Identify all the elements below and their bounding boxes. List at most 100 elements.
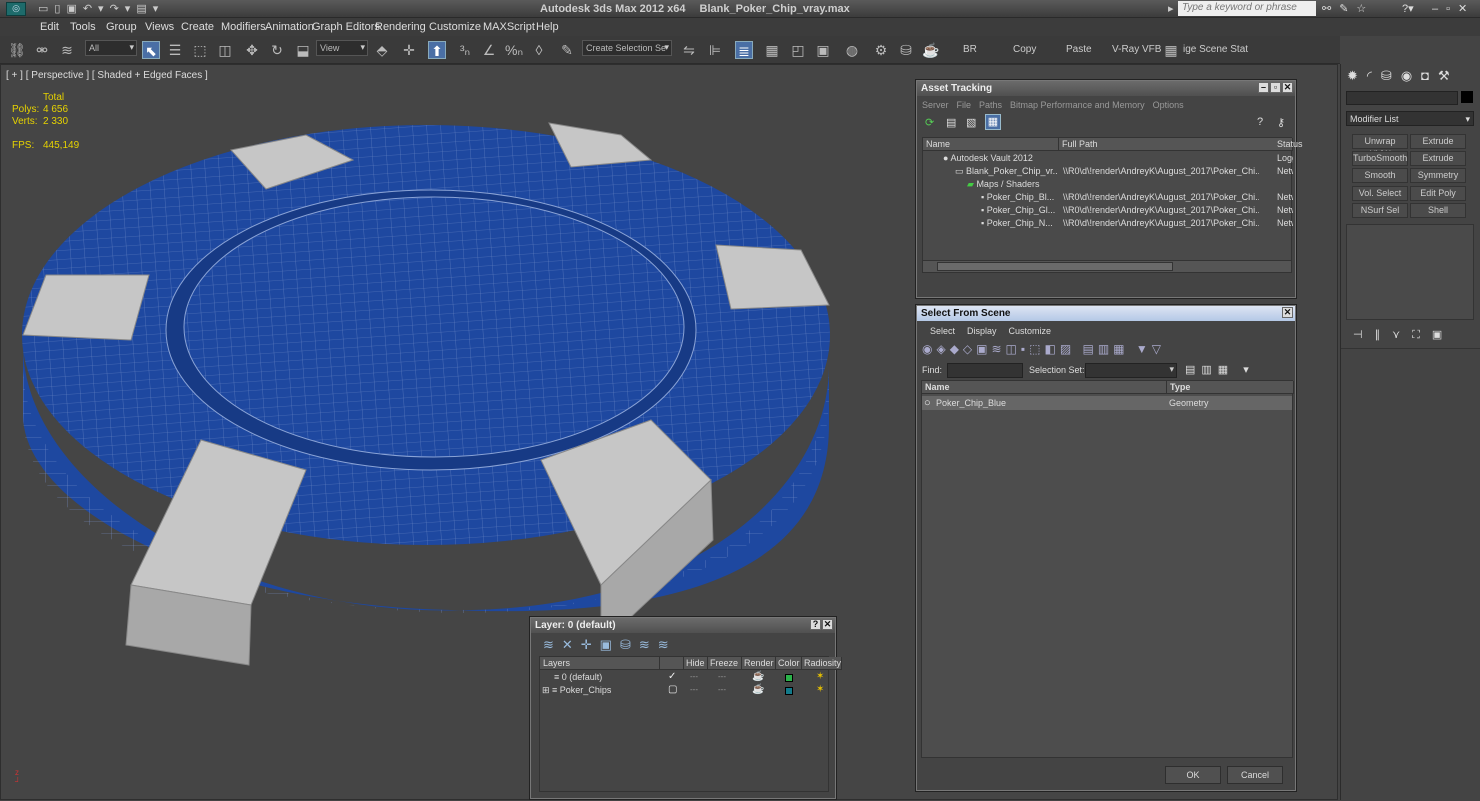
- horizontal-scrollbar[interactable]: [923, 260, 1291, 272]
- vray-vfb-button[interactable]: V-Ray VFB: [1112, 44, 1161, 64]
- menu-maxscript[interactable]: MAXScript: [483, 21, 535, 33]
- list-item[interactable]: ○ Poker_Chip_Blue Geometry: [922, 396, 1292, 410]
- col-name[interactable]: Name: [923, 138, 1059, 151]
- scale-icon[interactable]: ⬓: [294, 41, 312, 59]
- table-row[interactable]: ▪ Poker_Chip_Bl...: [981, 192, 1059, 202]
- col-render[interactable]: Render: [742, 657, 776, 670]
- at-menu-bitmap[interactable]: Bitmap Performance and Memory: [1010, 100, 1145, 110]
- menu-group[interactable]: Group: [106, 21, 137, 33]
- stage-scene-button[interactable]: ige Scene Stat: [1183, 44, 1248, 64]
- extrude-button-2[interactable]: Extrude: [1410, 151, 1466, 166]
- vol-select-button[interactable]: Vol. Select: [1352, 186, 1408, 201]
- rendered-frame-icon[interactable]: ⛁: [897, 41, 915, 59]
- command-panel-tabs[interactable]: ✹◜⛁◉◘⚒: [1347, 68, 1459, 84]
- list-view-icon[interactable]: ▤: [946, 116, 956, 129]
- menu-views[interactable]: Views: [145, 21, 174, 33]
- schematic-view-icon[interactable]: ▣: [814, 41, 832, 59]
- layer-color-swatch[interactable]: [785, 687, 793, 695]
- find-input[interactable]: [947, 363, 1023, 378]
- refresh-icon[interactable]: ⟳: [925, 116, 934, 129]
- thumbnail-icon[interactable]: ▧: [966, 116, 976, 129]
- col-layers[interactable]: Layers: [540, 657, 660, 670]
- vault-icon[interactable]: ⚷: [1277, 116, 1285, 129]
- render-production-icon[interactable]: ☕: [922, 41, 940, 59]
- selection-filter-dropdown[interactable]: All: [85, 40, 137, 56]
- hide-toggle[interactable]: ---: [690, 685, 698, 694]
- rect-selection-icon[interactable]: ⬚: [191, 41, 209, 59]
- modifier-list-dropdown[interactable]: Modifier List ▾: [1346, 111, 1474, 126]
- spinner-snap-icon[interactable]: ◊: [530, 41, 548, 59]
- menu-graph-editors[interactable]: Graph Editors: [312, 21, 380, 33]
- snap-3-icon[interactable]: ³ₙ: [456, 41, 474, 59]
- select-from-scene-title[interactable]: Select From Scene ✕: [917, 306, 1295, 321]
- layer-toolbar-icons[interactable]: ≋✕✛▣⛁≋≋: [543, 637, 677, 653]
- table-view-icon[interactable]: ▦: [985, 114, 1001, 130]
- rotate-icon[interactable]: ↻: [268, 41, 286, 59]
- layer-dialog-controls[interactable]: ? ✕: [809, 619, 833, 630]
- menu-modifiers[interactable]: Modifiers: [221, 21, 266, 33]
- col-hide[interactable]: Hide: [684, 657, 708, 670]
- layer-dialog-title[interactable]: Layer: 0 (default) ? ✕: [531, 618, 835, 633]
- modifier-stack[interactable]: [1346, 224, 1474, 320]
- graphite-tools-icon[interactable]: ▦: [763, 41, 781, 59]
- table-row[interactable]: ▰ Maps / Shaders: [967, 179, 1057, 190]
- search-tools-icons[interactable]: ⚯✎☆: [1322, 2, 1374, 15]
- hide-toggle[interactable]: ---: [690, 672, 698, 681]
- at-menu-file[interactable]: File: [957, 100, 972, 110]
- curve-editor-icon[interactable]: ◰: [789, 41, 807, 59]
- sfs-close-control[interactable]: ✕: [1281, 307, 1293, 318]
- menu-edit[interactable]: Edit: [40, 21, 59, 33]
- at-menu-options[interactable]: Options: [1153, 100, 1184, 110]
- table-row[interactable]: ● Autodesk Vault 2012: [943, 153, 1057, 163]
- col-type[interactable]: Type: [1167, 381, 1294, 394]
- menu-customize[interactable]: Customize: [429, 21, 481, 33]
- current-layer-check-icon[interactable]: ✓: [668, 671, 676, 682]
- link-icon[interactable]: ⛓: [8, 41, 26, 59]
- table-row[interactable]: ▭ Blank_Poker_Chip_vr...: [955, 166, 1057, 177]
- viewport-label[interactable]: [ + ] [ Perspective ] [ Shaded + Edged F…: [6, 70, 208, 81]
- table-row[interactable]: ▪ Poker_Chip_N...: [981, 218, 1059, 228]
- br-button[interactable]: BR: [963, 44, 977, 64]
- material-editor-icon[interactable]: ◍: [843, 41, 861, 59]
- turbosmooth-button[interactable]: TurboSmooth: [1352, 151, 1408, 166]
- sfs-filter-icons[interactable]: ◉◈◆◇▣≋◫▪⬚◧▨ ▤▥▦ ▼▽: [922, 342, 1290, 360]
- asset-tracking-title[interactable]: Asset Tracking – ▫ ✕: [917, 81, 1295, 96]
- nsurf-sel-button[interactable]: NSurf Sel: [1352, 203, 1408, 218]
- unlink-icon[interactable]: ⚮: [33, 41, 51, 59]
- manipulate-icon[interactable]: ✛: [400, 41, 418, 59]
- layer-manager-icon[interactable]: ≣: [735, 41, 753, 59]
- sfs-menu-display[interactable]: Display: [967, 326, 997, 336]
- pivot-center-icon[interactable]: ⬘: [373, 41, 391, 59]
- asset-tracking-window-controls[interactable]: – ▫ ✕: [1257, 82, 1293, 93]
- unwrap-uvw-button[interactable]: Unwrap UVW: [1352, 134, 1408, 159]
- current-layer-box-icon[interactable]: ▢: [668, 684, 677, 695]
- render-setup-icon[interactable]: ⚙: [872, 41, 890, 59]
- render-teapot-icon[interactable]: ☕: [752, 671, 764, 682]
- menu-create[interactable]: Create: [181, 21, 214, 33]
- selection-set-tools-icons[interactable]: ▤▥▦ ▾: [1185, 363, 1255, 376]
- stage-icon[interactable]: ▦: [1162, 41, 1180, 59]
- quick-access-icons[interactable]: ▭▯▣↶▾↷▾▤▾: [38, 2, 164, 15]
- menu-animation[interactable]: Animation: [265, 21, 314, 33]
- freeze-toggle[interactable]: ---: [718, 685, 726, 694]
- bind-space-warp-icon[interactable]: ≋: [58, 41, 76, 59]
- search-arrow-icon[interactable]: ▸: [1168, 2, 1174, 15]
- col-name[interactable]: Name: [922, 381, 1167, 394]
- paste-button[interactable]: Paste: [1066, 44, 1092, 64]
- extrude-button[interactable]: Extrude: [1410, 134, 1466, 149]
- radiosity-icon[interactable]: ✶: [816, 671, 824, 682]
- menu-tools[interactable]: Tools: [70, 21, 96, 33]
- app-logo-icon[interactable]: ◎: [6, 2, 26, 16]
- ok-button[interactable]: OK: [1165, 766, 1221, 784]
- object-name-field[interactable]: [1346, 91, 1458, 105]
- copy-button[interactable]: Copy: [1013, 44, 1036, 64]
- col-status[interactable]: Status: [1277, 138, 1303, 151]
- window-controls[interactable]: –▫✕: [1432, 2, 1475, 15]
- menu-rendering[interactable]: Rendering: [375, 21, 426, 33]
- col-freeze[interactable]: Freeze: [708, 657, 742, 670]
- stack-tools-icons[interactable]: ⊣∥⋎⛶▣: [1353, 328, 1454, 342]
- align-icon[interactable]: ⊫: [706, 41, 724, 59]
- shell-button[interactable]: Shell: [1410, 203, 1466, 218]
- symmetry-button[interactable]: Symmetry: [1410, 168, 1466, 183]
- freeze-toggle[interactable]: ---: [718, 672, 726, 681]
